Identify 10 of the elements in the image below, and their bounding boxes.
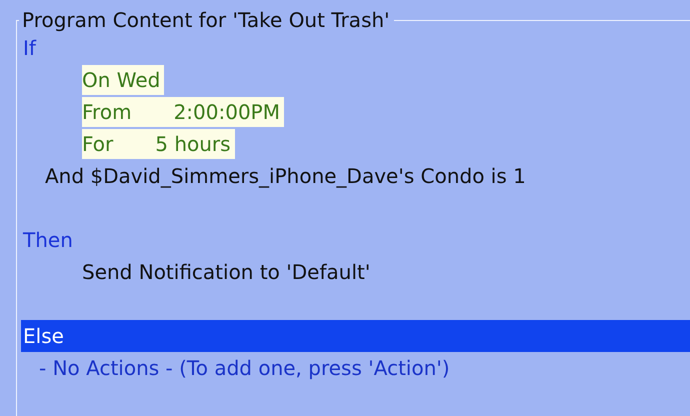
action-statement: Send Notification to 'Default': [82, 260, 370, 284]
schedule-condition[interactable]: On Wed: [82, 65, 164, 95]
group-title: Program Content for 'Take Out Trash': [21, 8, 391, 32]
schedule-condition[interactable]: For 5 hours: [82, 129, 235, 159]
branch-keyword[interactable]: Else: [21, 320, 690, 352]
condition-statement: And $David_Simmers_iPhone_Dave's Condo is 1: [45, 164, 526, 188]
schedule-condition[interactable]: From 2:00:00PM: [82, 97, 284, 127]
empty-actions-note: - No Actions - (To add one, press 'Action'): [39, 356, 450, 380]
branch-keyword[interactable]: If: [17, 32, 690, 64]
branch-keyword[interactable]: Then: [17, 224, 690, 256]
